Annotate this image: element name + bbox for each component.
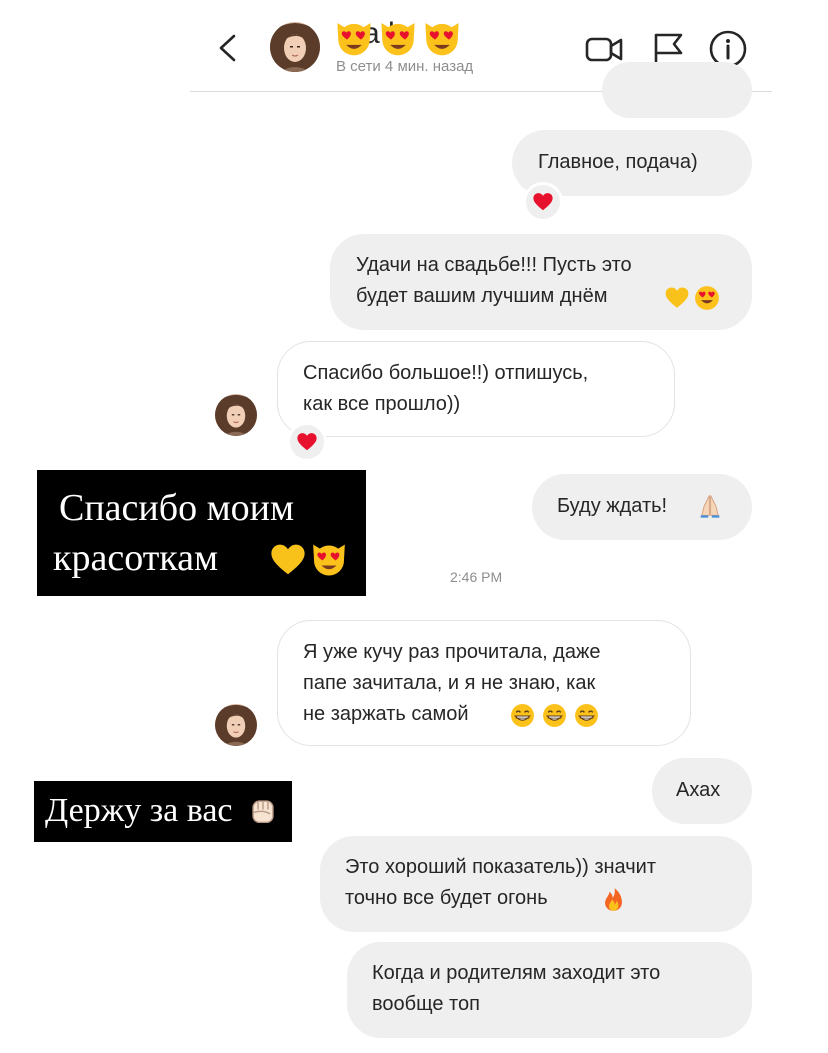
message-timestamp: 2:46 PM: [450, 569, 503, 585]
raised-fist-icon: [252, 800, 274, 824]
grinning-face-icon: [510, 703, 535, 728]
message-text: как все прошло)): [303, 393, 461, 415]
message-bubble[interactable]: Это хороший показатель)) значит точно вс…: [320, 836, 752, 932]
message-text: папе зачитала, и я не знаю, как: [303, 672, 596, 694]
grinning-face-icon: [542, 703, 567, 728]
caption-text: Спасибо моим: [59, 487, 295, 529]
caption-text: красоткам: [53, 537, 219, 579]
message-text: не заржать самой: [303, 703, 469, 725]
contact-avatar-small[interactable]: [215, 394, 257, 436]
red-heart-icon: [297, 433, 317, 451]
video-camera-icon: [585, 37, 623, 62]
message-text: Это хороший показатель)) значит: [345, 856, 656, 878]
heart-eyes-icon: [695, 286, 719, 310]
yellow-heart-icon: [665, 287, 689, 308]
message-bubble[interactable]: Когда и родителям заходит это вообще топ: [347, 942, 752, 1038]
message-text: Главное, подача): [538, 151, 698, 173]
fire-icon: [605, 888, 622, 911]
message-text: Когда и родителям заходит это: [372, 962, 661, 984]
message-text: будет вашим лучшим днём: [356, 285, 608, 307]
heart-eyes-cat-icon: [337, 23, 371, 56]
contact-avatar[interactable]: [270, 22, 320, 72]
heart-eyes-cat-icon: [381, 23, 415, 56]
message-text: Спасибо большое!!) отпишусь,: [303, 362, 589, 384]
message-bubble[interactable]: Я уже кучу раз прочитала, даже папе зачи…: [277, 620, 691, 746]
grinning-face-icon: [574, 703, 599, 728]
contact-avatar-small[interactable]: [215, 704, 257, 746]
message-text: Ахах: [676, 779, 721, 801]
message-text: вообще топ: [372, 993, 480, 1015]
message-reaction[interactable]: [287, 422, 327, 462]
heart-eyes-cat-icon: [313, 544, 345, 576]
story-caption: Спасибо моим красоткам: [37, 470, 366, 596]
message-bubble-partial[interactable]: [602, 62, 752, 118]
message-text: точно все будет огонь: [345, 887, 548, 909]
caption-text: Держу за вас: [45, 792, 233, 829]
message-text: Удачи на свадьбе!!! Пусть это: [356, 254, 632, 276]
red-heart-icon: [533, 193, 553, 211]
back-button[interactable]: [212, 28, 242, 68]
message-reaction[interactable]: [523, 182, 563, 222]
message-bubble[interactable]: Ахах: [652, 758, 752, 824]
message-bubble[interactable]: Буду ждать!: [532, 474, 752, 540]
story-caption: Держу за вас: [34, 781, 292, 842]
heart-eyes-cat-icon: [425, 23, 459, 56]
video-call-button[interactable]: [584, 29, 624, 69]
message-bubble[interactable]: Спасибо большое!!) отпишусь, как все про…: [277, 341, 675, 437]
message-text: Буду ждать!: [557, 495, 668, 517]
folded-hands-icon: [700, 494, 720, 519]
message-text: Я уже кучу раз прочитала, даже: [303, 641, 601, 663]
chevron-left-icon: [219, 34, 236, 62]
yellow-heart-icon: [271, 544, 305, 575]
message-bubble[interactable]: Удачи на свадьбе!!! Пусть это будет ваши…: [330, 234, 752, 330]
online-status: В сети 4 мин. назад: [336, 58, 474, 75]
